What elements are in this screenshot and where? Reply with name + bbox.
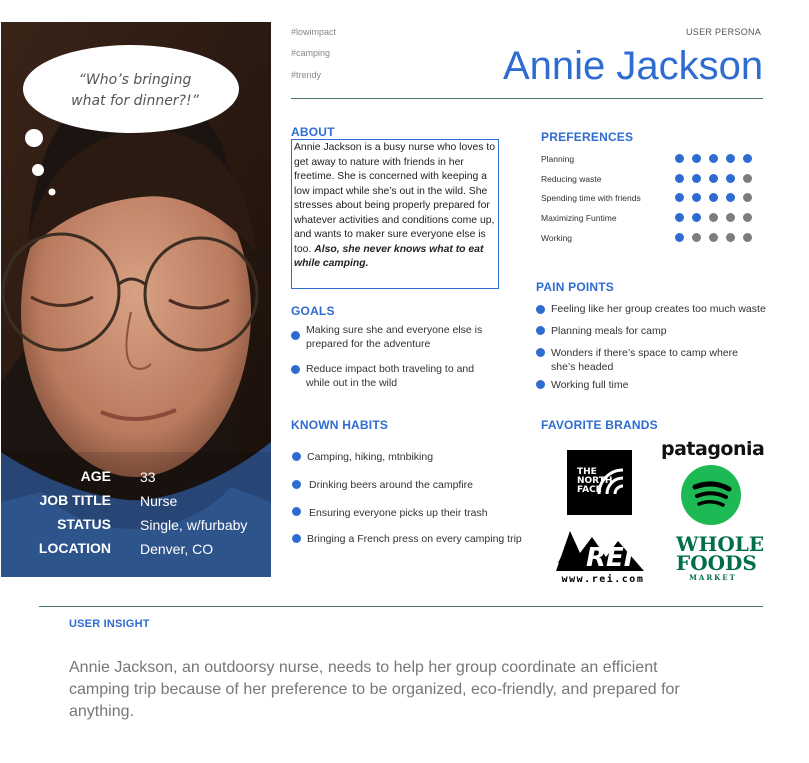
age-value: 33 (140, 469, 156, 485)
persona-quote: “Who’s bringing what for dinner?!” (71, 72, 199, 109)
habit-item: Camping, hiking, mtnbiking (307, 451, 434, 463)
rating-dot (726, 154, 735, 163)
insight-divider (39, 606, 763, 607)
rating-dot (692, 174, 701, 183)
about-box: Annie Jackson is a busy nurse who loves … (291, 139, 499, 289)
rating-dot (709, 233, 718, 242)
location-value: Denver, CO (140, 541, 214, 557)
habit-item: Bringing a French press on every camping… (307, 533, 522, 545)
rating-dot (726, 213, 735, 222)
bullet-icon (292, 452, 301, 461)
rating-dot (675, 154, 684, 163)
rei-logo: REI www.rei.com (556, 527, 650, 585)
rating-dot (709, 193, 718, 202)
rating-dot (675, 213, 684, 222)
habit-item: Drinking beers around the campfire (309, 479, 474, 491)
location-label: LOCATION (38, 540, 111, 556)
pain-point-item: Feeling like her group creates too much … (551, 303, 766, 315)
persona-photo: “Who’s bringing what for dinner?!” AGE 3… (1, 22, 271, 577)
rating-dot (675, 233, 684, 242)
bullet-icon (292, 480, 301, 489)
brands-title: FAVORITE BRANDS (541, 418, 658, 432)
bullet-icon (292, 534, 301, 543)
job-title-value: Nurse (140, 493, 178, 509)
preference-label: Maximizing Funtime (541, 213, 617, 223)
rating-dot (743, 154, 752, 163)
rating-dot (743, 233, 752, 242)
bullet-icon (536, 305, 545, 314)
rating-dot (692, 213, 701, 222)
rating-dot (726, 233, 735, 242)
habit-item: Ensuring everyone picks up their trash (309, 507, 488, 519)
whole-foods-line: FOODS (676, 551, 757, 575)
rating-dot (692, 233, 701, 242)
rating-dot (709, 174, 718, 183)
rating-dot (709, 154, 718, 163)
insight-title: USER INSIGHT (69, 618, 150, 630)
about-emphasis: Also, she never knows what to eat while … (294, 243, 484, 270)
about-text: Annie Jackson is a busy nurse who loves … (294, 142, 495, 255)
job-title-label: JOB TITLE (39, 492, 111, 508)
persona-name: Annie Jackson (503, 44, 764, 88)
bullet-icon (292, 507, 301, 516)
spotify-logo (681, 465, 741, 525)
rei-url: www.rei.com (561, 574, 645, 585)
status-value: Single, w/furbaby (140, 517, 248, 533)
hashtag: #trendy (291, 70, 322, 80)
hashtag: #lowimpact (291, 27, 337, 37)
habits-title: KNOWN HABITS (291, 418, 389, 432)
persona-label: USER PERSONA (686, 27, 762, 37)
preference-label: Working (541, 233, 573, 243)
pain-point-item: Planning meals for camp (551, 325, 667, 337)
rating-dot (675, 174, 684, 183)
whole-foods-logo: WHOLE FOODS MARKET (676, 534, 764, 582)
rating-dot (709, 213, 718, 222)
goals-title: GOALS (291, 304, 335, 318)
bullet-icon (536, 326, 545, 335)
preference-label: Spending time with friends (541, 193, 641, 203)
insight-text: Annie Jackson, an outdoorsy nurse, needs… (69, 659, 680, 720)
rating-dot (743, 174, 752, 183)
rating-dot (692, 154, 701, 163)
spotify-icon (692, 481, 732, 507)
patagonia-logo: patagonia (661, 438, 765, 460)
pain-point-item: Working full time (551, 379, 629, 391)
rating-dot (692, 193, 701, 202)
bullet-icon (536, 348, 545, 357)
north-face-arcs-icon (597, 468, 624, 495)
hashtag: #camping (291, 48, 331, 58)
preference-label: Reducing waste (541, 174, 602, 184)
bullet-icon (536, 380, 545, 389)
preferences-title: PREFERENCES (541, 130, 634, 144)
rating-dot (726, 193, 735, 202)
rating-dot (726, 174, 735, 183)
rating-dot (743, 193, 752, 202)
pain-point-item: Wonders if there’s space to camp where s… (551, 347, 738, 373)
goal-item: Reduce impact both traveling to and whil… (306, 363, 475, 389)
rating-dot (675, 193, 684, 202)
bullet-icon (291, 331, 300, 340)
about-title: ABOUT (291, 125, 335, 139)
preference-label: Planning (541, 154, 575, 164)
status-label: STATUS (57, 516, 111, 532)
header-divider (291, 98, 763, 99)
goal-item: Making sure she and everyone else is pre… (306, 324, 483, 350)
rei-wordmark: REI (586, 543, 634, 573)
age-label: AGE (80, 468, 111, 484)
pain-points-title: PAIN POINTS (536, 280, 614, 294)
rating-dot (743, 213, 752, 222)
bullet-icon (291, 365, 300, 374)
north-face-logo: THE NORTH FACE (567, 450, 632, 515)
